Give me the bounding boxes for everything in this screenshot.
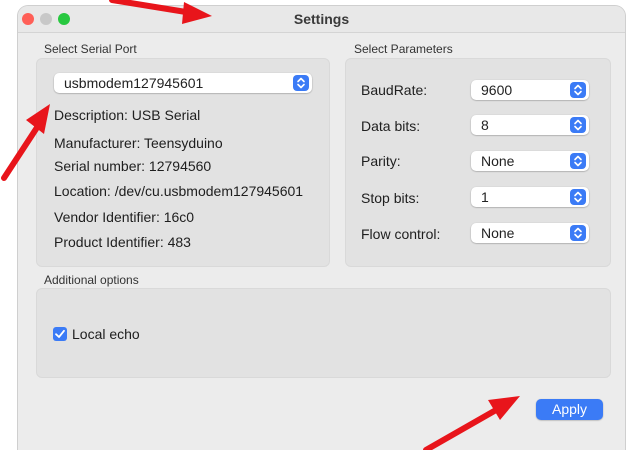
port-manufacturer: Manufacturer: Teensyduino xyxy=(54,135,223,151)
chevron-up-down-icon xyxy=(570,82,586,98)
chevron-up-down-icon xyxy=(570,225,586,241)
port-description: Description: USB Serial xyxy=(54,107,201,123)
port-location: Location: /dev/cu.usbmodem127945601 xyxy=(54,183,304,199)
data-bits-value: 8 xyxy=(481,117,489,133)
local-echo-label: Local echo xyxy=(72,326,140,342)
parity-value: None xyxy=(481,153,515,169)
parity-label: Parity: xyxy=(361,153,401,169)
chevron-up-down-icon xyxy=(570,153,586,169)
port-vendor-identifier: Vendor Identifier: 16c0 xyxy=(54,209,195,225)
stop-bits-select[interactable]: 1 xyxy=(471,187,589,207)
parameters-section-label: Select Parameters xyxy=(354,42,453,56)
baudrate-label: BaudRate: xyxy=(361,82,428,98)
serial-port-section-label: Select Serial Port xyxy=(44,42,137,56)
additional-options-section-label: Additional options xyxy=(44,273,139,287)
chevron-up-down-icon xyxy=(570,117,586,133)
window-title: Settings xyxy=(293,11,350,27)
flow-control-value: None xyxy=(481,225,515,241)
port-product-identifier: Product Identifier: 483 xyxy=(54,234,191,250)
stop-bits-value: 1 xyxy=(481,189,489,205)
flow-control-select[interactable]: None xyxy=(471,223,589,243)
chevron-up-down-icon xyxy=(293,75,309,91)
chevron-up-down-icon xyxy=(570,189,586,205)
baudrate-select[interactable]: 9600 xyxy=(471,80,589,100)
flow-control-label: Flow control: xyxy=(361,226,441,242)
title-bar: Settings xyxy=(18,6,625,33)
stop-bits-label: Stop bits: xyxy=(361,190,420,206)
port-serial-number: Serial number: 12794560 xyxy=(54,158,212,174)
apply-button[interactable]: Apply xyxy=(536,399,603,420)
baudrate-value: 9600 xyxy=(481,82,513,98)
checkmark-icon xyxy=(55,329,65,338)
settings-window: Settings Select Serial Port usbmodem1279… xyxy=(18,6,625,450)
serial-port-select[interactable]: usbmodem127945601 xyxy=(54,73,312,93)
parity-select[interactable]: None xyxy=(471,151,589,171)
data-bits-select[interactable]: 8 xyxy=(471,115,589,135)
data-bits-label: Data bits: xyxy=(361,118,421,134)
local-echo-checkbox[interactable] xyxy=(53,327,67,341)
serial-port-value: usbmodem127945601 xyxy=(64,75,204,91)
